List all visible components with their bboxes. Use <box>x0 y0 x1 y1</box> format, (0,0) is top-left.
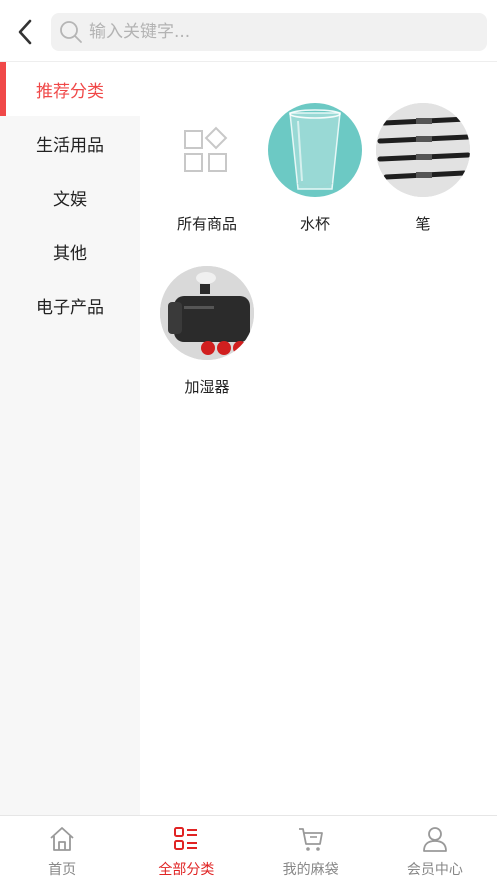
sidebar-item-recommended[interactable]: 推荐分类 <box>0 62 140 116</box>
category-sidebar: 推荐分类 生活用品 文娱 其他 电子产品 <box>0 62 140 815</box>
grid-icon <box>160 103 254 197</box>
tab-label: 会员中心 <box>406 862 463 878</box>
tab-home[interactable]: 首页 <box>0 816 124 883</box>
cup-image <box>268 103 362 197</box>
category-humidifier[interactable]: 加湿器 <box>153 266 261 426</box>
category-icon <box>174 827 198 850</box>
tab-member-center[interactable]: 会员中心 <box>373 816 497 883</box>
sidebar-item-label: 推荐分类 <box>36 81 104 102</box>
sidebar-item-other[interactable]: 其他 <box>0 224 140 278</box>
tab-my-bag[interactable]: 我的麻袋 <box>249 816 373 883</box>
tab-all-categories[interactable]: 全部分类 <box>124 816 248 883</box>
home-icon <box>50 827 74 851</box>
sidebar-item-entertainment[interactable]: 文娱 <box>0 170 140 224</box>
sidebar-item-label: 电子产品 <box>36 297 104 318</box>
category-label: 水杯 <box>299 215 330 233</box>
tab-label: 我的麻袋 <box>282 862 339 878</box>
category-label: 笔 <box>415 215 431 233</box>
category-cup[interactable]: 水杯 <box>261 103 369 263</box>
user-icon <box>422 827 447 852</box>
back-arrow-icon <box>18 19 32 45</box>
category-grid: 所有商品 水杯 笔 加湿器 <box>140 62 497 815</box>
cart-icon <box>298 828 323 851</box>
sidebar-item-electronics[interactable]: 电子产品 <box>0 278 140 332</box>
humidifier-image <box>160 266 254 360</box>
search-icon <box>60 21 82 43</box>
category-label: 所有商品 <box>176 215 237 233</box>
category-pen[interactable]: 笔 <box>369 103 477 263</box>
tab-label: 首页 <box>48 862 77 878</box>
header <box>0 0 497 62</box>
back-button[interactable] <box>10 14 40 50</box>
search-input[interactable] <box>89 22 469 42</box>
search-bar[interactable] <box>51 13 487 51</box>
category-label: 加湿器 <box>184 378 230 396</box>
sidebar-item-label: 文娱 <box>53 189 87 210</box>
sidebar-item-label: 其他 <box>53 243 87 264</box>
sidebar-item-label: 生活用品 <box>36 135 104 156</box>
pen-image <box>376 103 470 197</box>
category-all-products[interactable]: 所有商品 <box>153 103 261 263</box>
tab-label: 全部分类 <box>158 862 215 878</box>
bottom-tab-bar: 首页 全部分类 我的麻袋 会员中心 <box>0 815 497 883</box>
sidebar-item-daily-goods[interactable]: 生活用品 <box>0 116 140 170</box>
